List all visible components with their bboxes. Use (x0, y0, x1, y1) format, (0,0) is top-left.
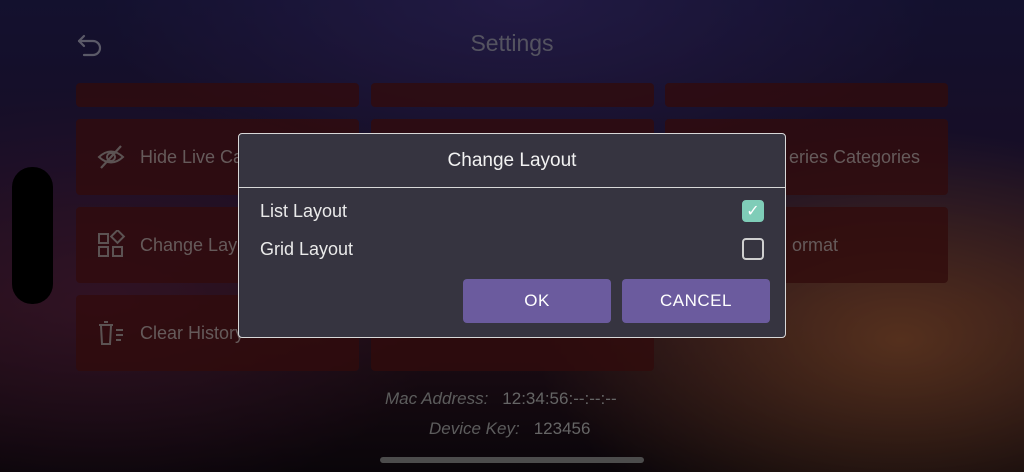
ok-button[interactable]: OK (463, 279, 611, 323)
change-layout-dialog: Change Layout List Layout ✓ Grid Layout … (238, 133, 786, 338)
list-layout-checkbox[interactable]: ✓ (742, 200, 764, 222)
option-label: List Layout (260, 200, 348, 221)
cancel-button[interactable]: CANCEL (622, 279, 770, 323)
option-label: Grid Layout (260, 238, 354, 259)
option-list-layout[interactable]: List Layout ✓ (260, 196, 764, 226)
check-icon: ✓ (746, 203, 760, 220)
option-grid-layout[interactable]: Grid Layout (260, 234, 764, 264)
grid-layout-checkbox[interactable] (742, 238, 764, 260)
dialog-title: Change Layout (239, 134, 785, 188)
